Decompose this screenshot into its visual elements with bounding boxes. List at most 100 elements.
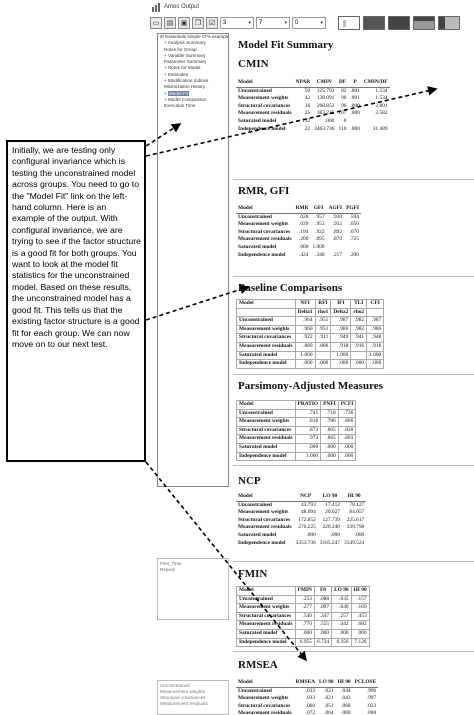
table-cell: 1.534 <box>375 87 388 94</box>
table-cell: .930 <box>332 213 343 220</box>
table-row: Unconstrained 50 125.793 82.001 1.534 <box>236 87 390 95</box>
ncp-table: Model NCP LO 90 HI 90 Unconstrained 43.793 17.… <box>236 493 367 548</box>
column-select-value: 0 <box>295 20 299 26</box>
table-cell: .000 <box>366 710 377 715</box>
table-cell: .000 <box>350 110 360 117</box>
table-cell: .996 <box>366 687 377 694</box>
tree-item[interactable]: Execution Time <box>158 103 228 109</box>
view-button-1[interactable] <box>338 16 360 30</box>
table-row: Structural covariances 36 268.852 96.000 2.8… <box>236 103 390 111</box>
table-cell: .200 <box>299 236 309 243</box>
column-header: LO 90 <box>322 493 338 499</box>
table-cell: .000 <box>299 243 309 250</box>
fmin-table: Model FMIN F0 LO 90 HI 90 Unconstrained .253.0… <box>236 586 370 648</box>
column-header: Model <box>236 299 296 309</box>
table-cell: 125.793 <box>316 87 335 94</box>
table-cell: .000 <box>366 359 385 369</box>
column-select[interactable]: 0 ▾ <box>292 17 326 29</box>
row-label: Structural covariances <box>236 425 296 436</box>
tree-item-label: Analysis Summary <box>167 40 206 46</box>
table-cell: .000 <box>330 359 352 369</box>
table-cell: .040 <box>331 603 352 613</box>
column-header: F0 <box>313 586 333 596</box>
row-label: Structural covariances <box>236 333 296 343</box>
table-cell: .000 <box>350 628 370 639</box>
table-cell: .941 <box>350 333 368 343</box>
table-cell: 43.793 <box>300 501 316 508</box>
table-width-select[interactable]: 7 ▾ <box>256 17 290 29</box>
table-cell: .039 <box>299 221 309 228</box>
cmin-table: Model NPAR CMIN DF P CMIN/DF Unconstrained 50 12… <box>236 79 390 134</box>
view-button-5[interactable] <box>438 16 460 30</box>
divider <box>233 561 474 562</box>
table-cell <box>314 350 332 361</box>
column-header: CFI <box>366 299 385 309</box>
tree-item-label: Minimization History <box>164 84 206 90</box>
table-cell: 0 <box>343 117 347 124</box>
table-cell: .064 <box>324 710 334 715</box>
table-cell: 6.356 <box>331 637 352 648</box>
row-label: Measurement weights <box>236 603 296 613</box>
table-cell: .650 <box>349 221 359 228</box>
table-cell: 78.127 <box>349 501 365 508</box>
table-cell: 42 <box>304 95 311 102</box>
column-header: PNFI <box>320 400 339 410</box>
table-cell <box>350 350 368 361</box>
table-cell: .000 <box>337 442 357 453</box>
copy-icon[interactable]: ❐ <box>192 17 204 29</box>
view-button-3[interactable] <box>388 16 410 30</box>
table-cell: 127.739 <box>322 516 340 523</box>
table-row: Unconstrained .253.088.035.157 <box>236 594 370 605</box>
row-label: Saturated model <box>238 243 277 250</box>
decimals-select[interactable]: 3 ▾ <box>220 17 254 29</box>
column-header: GFI <box>313 205 324 211</box>
options-icon[interactable]: ☑ <box>206 17 218 29</box>
table-row: Saturated model 1.000 1.000 1.000 <box>236 350 385 361</box>
table-row: Measurement residuals .889.886.918.916.91… <box>236 341 385 352</box>
table-cell: 20.027 <box>325 509 340 516</box>
amos-app-icon <box>152 2 160 12</box>
column-subheader <box>366 307 385 318</box>
table-cell: .290 <box>349 251 359 258</box>
table-cell: .918 <box>366 341 385 352</box>
column-header: P <box>353 79 357 85</box>
table-cell: .000 <box>331 628 352 639</box>
table-cell: .348 <box>315 251 325 258</box>
view-button-2[interactable] <box>363 16 385 30</box>
table-cell: 220.240 <box>322 524 340 531</box>
page-setup-icon[interactable]: ▣ <box>178 17 190 29</box>
table-cell: .916 <box>350 341 368 352</box>
table-cell: .000 <box>306 531 316 538</box>
table-cell: .035 <box>331 594 352 605</box>
table-row: Measurement weights .960.951.986.982.986 <box>236 324 385 335</box>
row-label: Measurement weights <box>236 324 296 335</box>
divider <box>233 276 474 277</box>
row-label: Measurement residuals <box>238 524 292 531</box>
table-cell: .000 <box>294 359 316 369</box>
table-cell: .745 <box>294 408 322 419</box>
row-label: Structural covariances <box>238 516 291 523</box>
table-cell: 7.128 <box>350 637 370 648</box>
rmsea-table: Model RMSEA LO 90 HI 90 PCLOSE Unconstrained.… <box>236 679 379 715</box>
row-label: Independence model <box>238 251 286 258</box>
view-button-4[interactable] <box>413 16 435 30</box>
table-row: Unconstrained .033 .021 .044 .996 <box>236 687 378 695</box>
table-cell: .951 <box>314 324 332 335</box>
folder-icon[interactable]: ▭ <box>150 17 162 29</box>
table-row: Structural covariances .540.347.257.453 <box>236 611 370 622</box>
row-label: Structural covariances <box>238 228 291 235</box>
parsimony-table: Model PRATIO PNFI PCFI Unconstrained .745.718… <box>236 400 357 462</box>
group-item[interactable]: Repeat <box>160 567 226 573</box>
model-item[interactable]: Measurement residuals <box>160 701 226 707</box>
row-label: Measurement weights <box>236 417 296 427</box>
print-icon[interactable]: ▤ <box>164 17 176 29</box>
table-cell: .922 <box>294 333 316 343</box>
table-cell: 3353.736 <box>295 539 316 546</box>
table-cell: .001 <box>350 87 360 94</box>
column-header: PGFI <box>346 205 359 211</box>
table-cell: .021 <box>324 695 334 702</box>
row-label: Unconstrained <box>236 316 296 326</box>
table-cell: .051 <box>324 702 334 709</box>
table-cell: .169 <box>350 603 370 613</box>
table-cell: .000 <box>330 531 340 538</box>
